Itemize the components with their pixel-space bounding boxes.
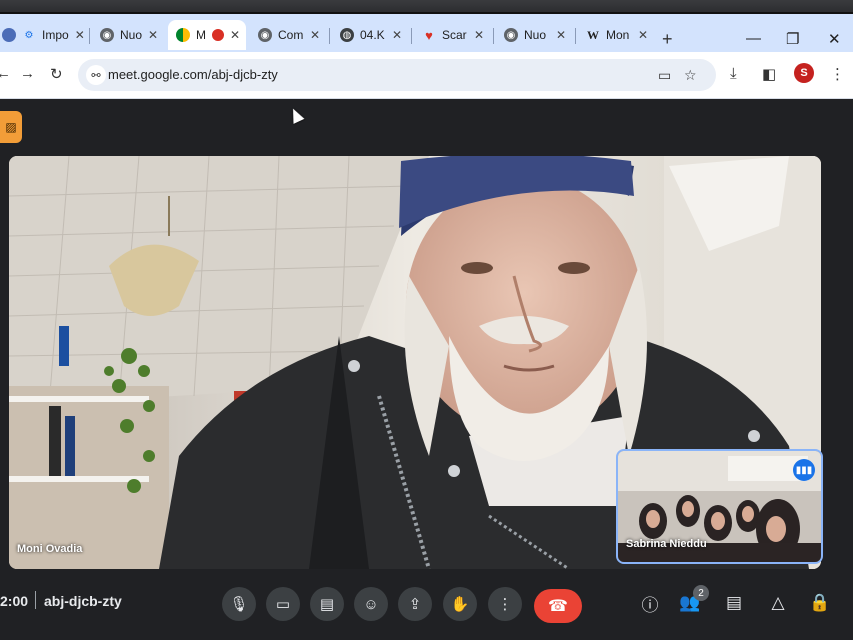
new-tab-button[interactable]: +: [662, 29, 673, 50]
tab-label: M: [196, 28, 206, 42]
menu-kebab-icon[interactable]: ⋮: [830, 65, 845, 83]
meet-call-area: ▨ Moni Ovadia ▮▮▮ Sabrina Nieddu 2:00 ab…: [0, 99, 853, 640]
reload-button[interactable]: ↻: [50, 65, 63, 83]
chrome-icon: ◉: [504, 28, 518, 42]
chrome-icon: ◉: [100, 28, 114, 42]
hand-icon: ✋: [450, 596, 470, 613]
host-controls-button[interactable]: 🔒: [806, 589, 834, 617]
forward-button[interactable]: →: [20, 65, 35, 82]
camera-button[interactable]: ▭: [266, 587, 300, 621]
tab-nuova-1[interactable]: ◉ Nuo ✕: [92, 20, 164, 50]
tab-04k[interactable]: ◍ 04.K ✕: [332, 20, 410, 50]
meeting-clock: 2:00: [0, 593, 29, 609]
participant-name-secondary: Sabrina Nieddu: [626, 538, 707, 550]
tab-label: Nuo: [524, 28, 547, 42]
window-close-button[interactable]: ✕: [828, 30, 841, 48]
tab-com[interactable]: ◉ Com ✕: [250, 20, 328, 50]
raise-hand-button[interactable]: ✋: [443, 587, 477, 621]
back-button[interactable]: ←: [0, 65, 11, 82]
close-icon[interactable]: ✕: [75, 28, 85, 42]
tab-label: Scar: [442, 28, 467, 42]
monitor-bezel: [0, 0, 853, 14]
more-options-button[interactable]: ⋮: [488, 587, 522, 621]
activities-button[interactable]: △: [764, 589, 792, 617]
meeting-details-button[interactable]: ⓘ: [636, 589, 664, 617]
video-camera-icon: ▭: [275, 596, 291, 613]
profile-avatar[interactable]: S: [794, 63, 814, 83]
browser-toolbar: ← → ↻ ⚯ meet.google.com/abj-djcb-zty ▭ ☆…: [0, 52, 853, 99]
tab-impostazioni[interactable]: ⚙ Impo ✕: [14, 20, 86, 50]
present-icon: ⇪: [408, 596, 422, 613]
browser-tab-strip: ⚙ Impo ✕ ◉ Nuo ✕ M ✕ ◉ Com ✕ ◍ 04.K ✕ ♥ …: [0, 14, 853, 52]
people-count-badge: 2: [693, 585, 709, 601]
speaking-indicator-icon: ▮▮▮: [793, 459, 815, 481]
tab-partial[interactable]: [0, 20, 16, 50]
minimize-button[interactable]: —: [746, 30, 761, 47]
tab-scar[interactable]: ♥ Scar ✕: [414, 20, 492, 50]
meeting-code: abj-djcb-zty: [44, 593, 122, 609]
side-panel-icon[interactable]: ◧: [762, 65, 776, 83]
close-icon[interactable]: ✕: [230, 28, 240, 42]
participant-name-main: Moni Ovadia: [17, 543, 83, 555]
tab-label: Impo: [42, 28, 69, 42]
self-view-tile[interactable]: ▮▮▮ Sabrina Nieddu: [616, 449, 823, 564]
info-icon: ⓘ: [641, 595, 659, 615]
tab-label: Mon: [606, 28, 630, 42]
close-icon[interactable]: ✕: [392, 28, 402, 42]
tab-label: Com: [278, 28, 304, 42]
present-screen-button[interactable]: ⇪: [398, 587, 432, 621]
chat-icon: ▤: [725, 593, 743, 612]
close-icon[interactable]: ✕: [556, 28, 566, 42]
url-text[interactable]: meet.google.com/abj-djcb-zty: [108, 67, 278, 82]
close-icon[interactable]: ✕: [638, 28, 648, 42]
chat-button[interactable]: ▤: [720, 589, 748, 617]
microphone-icon: 🎙: [229, 596, 249, 613]
tab-wikipedia[interactable]: W Mon ✕: [578, 20, 656, 50]
globe-icon: ◍: [340, 28, 354, 42]
restore-button[interactable]: ❐: [786, 30, 799, 48]
close-icon[interactable]: ✕: [310, 28, 320, 42]
leave-call-button[interactable]: ☎: [534, 589, 582, 623]
captions-icon: ▤: [319, 596, 335, 613]
microphone-button[interactable]: 🎙: [222, 587, 256, 621]
wikipedia-icon: W: [587, 27, 599, 42]
tab-label: Nuo: [120, 28, 143, 42]
address-bar[interactable]: ⚯ meet.google.com/abj-djcb-zty ▭ ☆: [78, 59, 716, 91]
more-vert-icon: ⋮: [497, 596, 513, 613]
close-icon[interactable]: ✕: [474, 28, 484, 42]
meet-control-bar: 2:00 abj-djcb-zty 🎙 ▭ ▤ ☺ ⇪ ✋ ⋮ ☎ ⓘ 👥 2 …: [0, 579, 853, 640]
lock-icon: 🔒: [809, 593, 831, 612]
captions-button[interactable]: ▤: [310, 587, 344, 621]
chrome-icon: ◉: [258, 28, 272, 42]
site-info-icon[interactable]: ⚯: [86, 65, 106, 85]
phone-hangup-icon: ☎: [548, 598, 568, 615]
download-icon[interactable]: ⤓: [730, 65, 737, 82]
close-icon[interactable]: ✕: [148, 28, 158, 42]
tab-label: 04.K: [360, 28, 385, 42]
activities-icon: △: [771, 593, 785, 612]
gear-icon: ⚙: [24, 29, 34, 41]
emoji-icon: ☺: [363, 595, 379, 613]
tab-meet[interactable]: M ✕: [168, 20, 246, 50]
tab-nuova-2[interactable]: ◉ Nuo ✕: [496, 20, 574, 50]
camera-permission-icon[interactable]: ▭: [658, 67, 671, 84]
heart-icon: ♥: [425, 27, 433, 43]
meet-icon: [176, 28, 190, 42]
camera-off-icon[interactable]: ▨: [0, 111, 22, 143]
reactions-button[interactable]: ☺: [354, 587, 388, 621]
recording-icon: [212, 29, 224, 41]
bookmark-star-icon[interactable]: ☆: [684, 67, 697, 84]
